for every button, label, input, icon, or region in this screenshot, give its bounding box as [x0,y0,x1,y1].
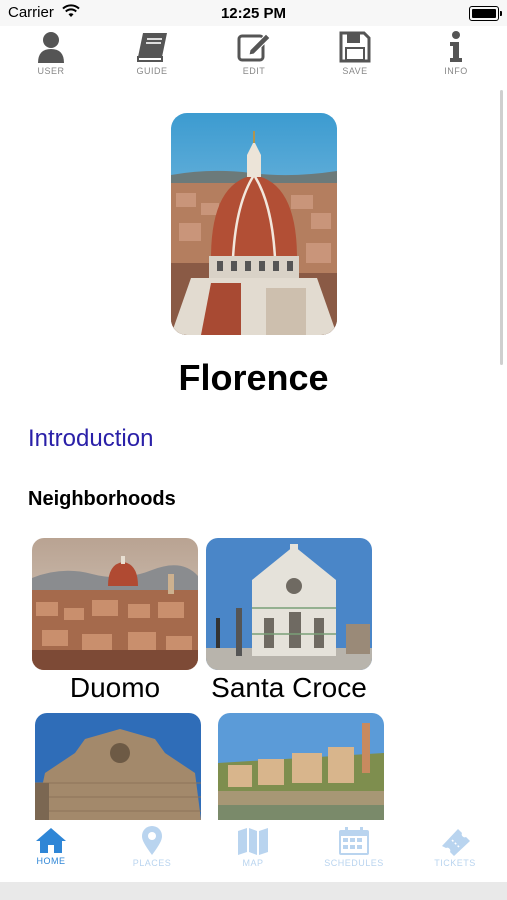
save-icon [339,31,371,63]
neighborhood-label-duomo: Duomo [69,672,161,703]
scroll-indicator[interactable] [500,90,503,365]
neighborhoods-heading: Neighborhoods [28,488,176,510]
santa-croce-photo [206,538,372,670]
duomo-photo [32,538,198,670]
florence-cathedral-photo [171,113,337,335]
top-toolbar: USER GUIDE EDIT SAVE INFO [0,26,507,84]
save-button[interactable]: SAVE [320,30,390,76]
home-icon [36,828,66,853]
introduction-link[interactable]: Introduction [28,425,153,453]
guide-label: GUIDE [136,66,168,76]
bottom-tab-bar: HOME PLACES MAP SCHEDULES TICKETS [0,820,507,882]
tab-places[interactable]: PLACES [107,826,197,868]
edit-label: EDIT [242,66,266,76]
info-label: INFO [444,66,468,76]
tab-tickets[interactable]: TICKETS [410,826,500,868]
home-indicator-area [0,882,507,900]
tab-schedules[interactable]: SCHEDULES [309,826,399,868]
status-bar: Carrier 12:25 PM [0,0,507,26]
user-button[interactable]: USER [16,30,86,76]
san-lorenzo-photo [35,713,201,820]
oltrarno-photo [218,713,384,820]
city-title: Florence [178,357,329,398]
neighborhood-card-santa-croce[interactable] [206,538,372,670]
guide-button[interactable]: GUIDE [117,30,187,76]
map-pin-icon [142,826,162,855]
tab-home-label: HOME [36,856,66,866]
tab-map-label: MAP [242,858,264,868]
save-label: SAVE [342,66,368,76]
info-button[interactable]: INFO [421,30,491,76]
book-icon [137,33,167,62]
map-icon [238,828,268,855]
edit-button[interactable]: EDIT [219,30,289,76]
user-icon [38,32,64,63]
tab-map[interactable]: MAP [208,826,298,868]
ticket-icon [442,829,470,856]
info-icon [450,31,462,62]
neighborhood-card-duomo[interactable] [32,538,198,670]
calendar-icon [339,827,369,855]
neighborhood-card-oltrarno[interactable] [218,713,384,820]
tab-places-label: PLACES [132,858,172,868]
edit-icon [237,33,271,62]
battery-icon [469,6,502,21]
neighborhood-label-santa-croce: Santa Croce [211,672,367,703]
neighborhood-card-san-lorenzo[interactable] [35,713,201,820]
tab-schedules-label: SCHEDULES [324,858,384,868]
tab-home[interactable]: HOME [6,826,96,866]
clock: 12:25 PM [220,5,287,22]
user-label: USER [37,66,65,76]
tab-tickets-label: TICKETS [434,858,476,868]
